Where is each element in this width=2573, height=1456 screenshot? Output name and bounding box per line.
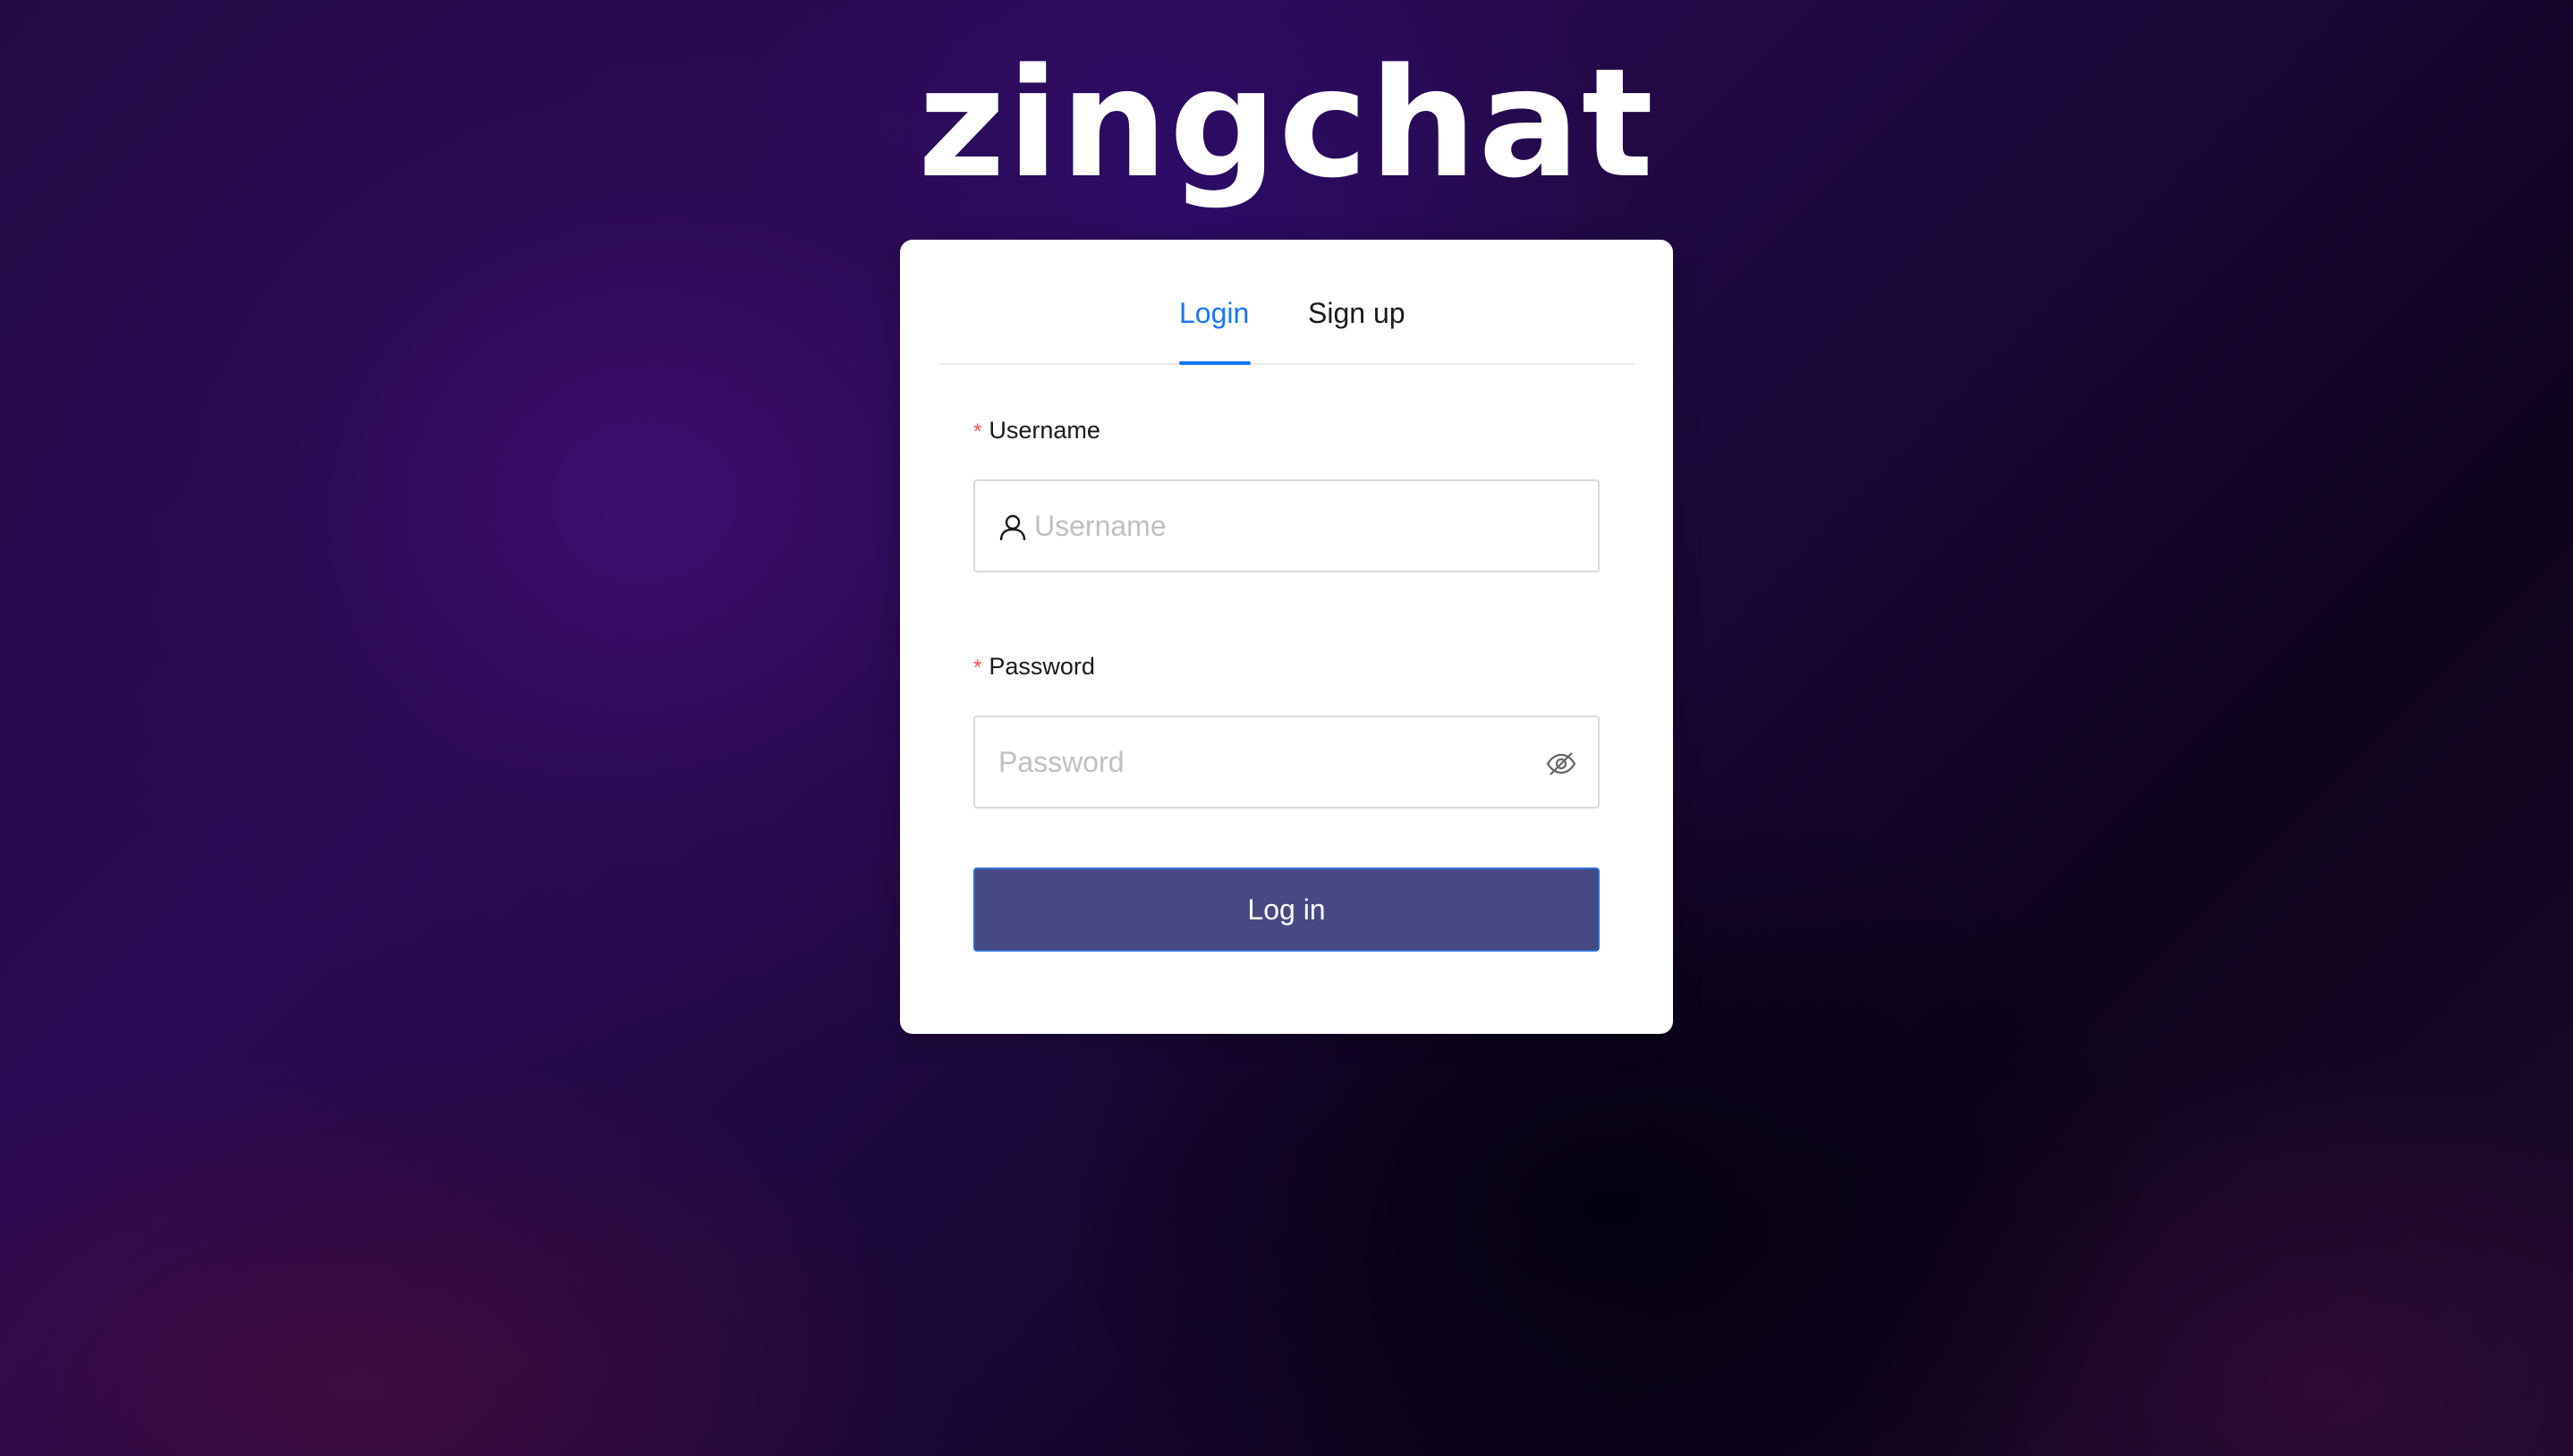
username-label-text: Username: [989, 417, 1100, 444]
tab-login[interactable]: Login: [1179, 295, 1249, 331]
login-card: Login Sign up * Username Username * Passwo…: [900, 240, 1673, 1034]
login-button[interactable]: Log in: [973, 868, 1600, 952]
auth-tabs: Login Sign up: [938, 240, 1635, 365]
password-placeholder: Password: [998, 746, 1125, 778]
password-label: * Password: [973, 651, 1095, 683]
app-logo: zingchat: [917, 36, 1656, 211]
username-label: * Username: [973, 415, 1100, 447]
user-icon: [999, 514, 1026, 541]
active-tab-indicator: [1179, 361, 1251, 365]
tab-sign-up[interactable]: Sign up: [1308, 295, 1405, 331]
password-label-text: Password: [989, 653, 1095, 680]
username-placeholder: Username: [1034, 510, 1167, 542]
required-mark: *: [973, 656, 982, 680]
password-field[interactable]: Password: [973, 715, 1600, 808]
required-mark: *: [973, 419, 982, 444]
eye-invisible-icon[interactable]: [1546, 749, 1576, 778]
username-field[interactable]: Username: [973, 479, 1600, 572]
